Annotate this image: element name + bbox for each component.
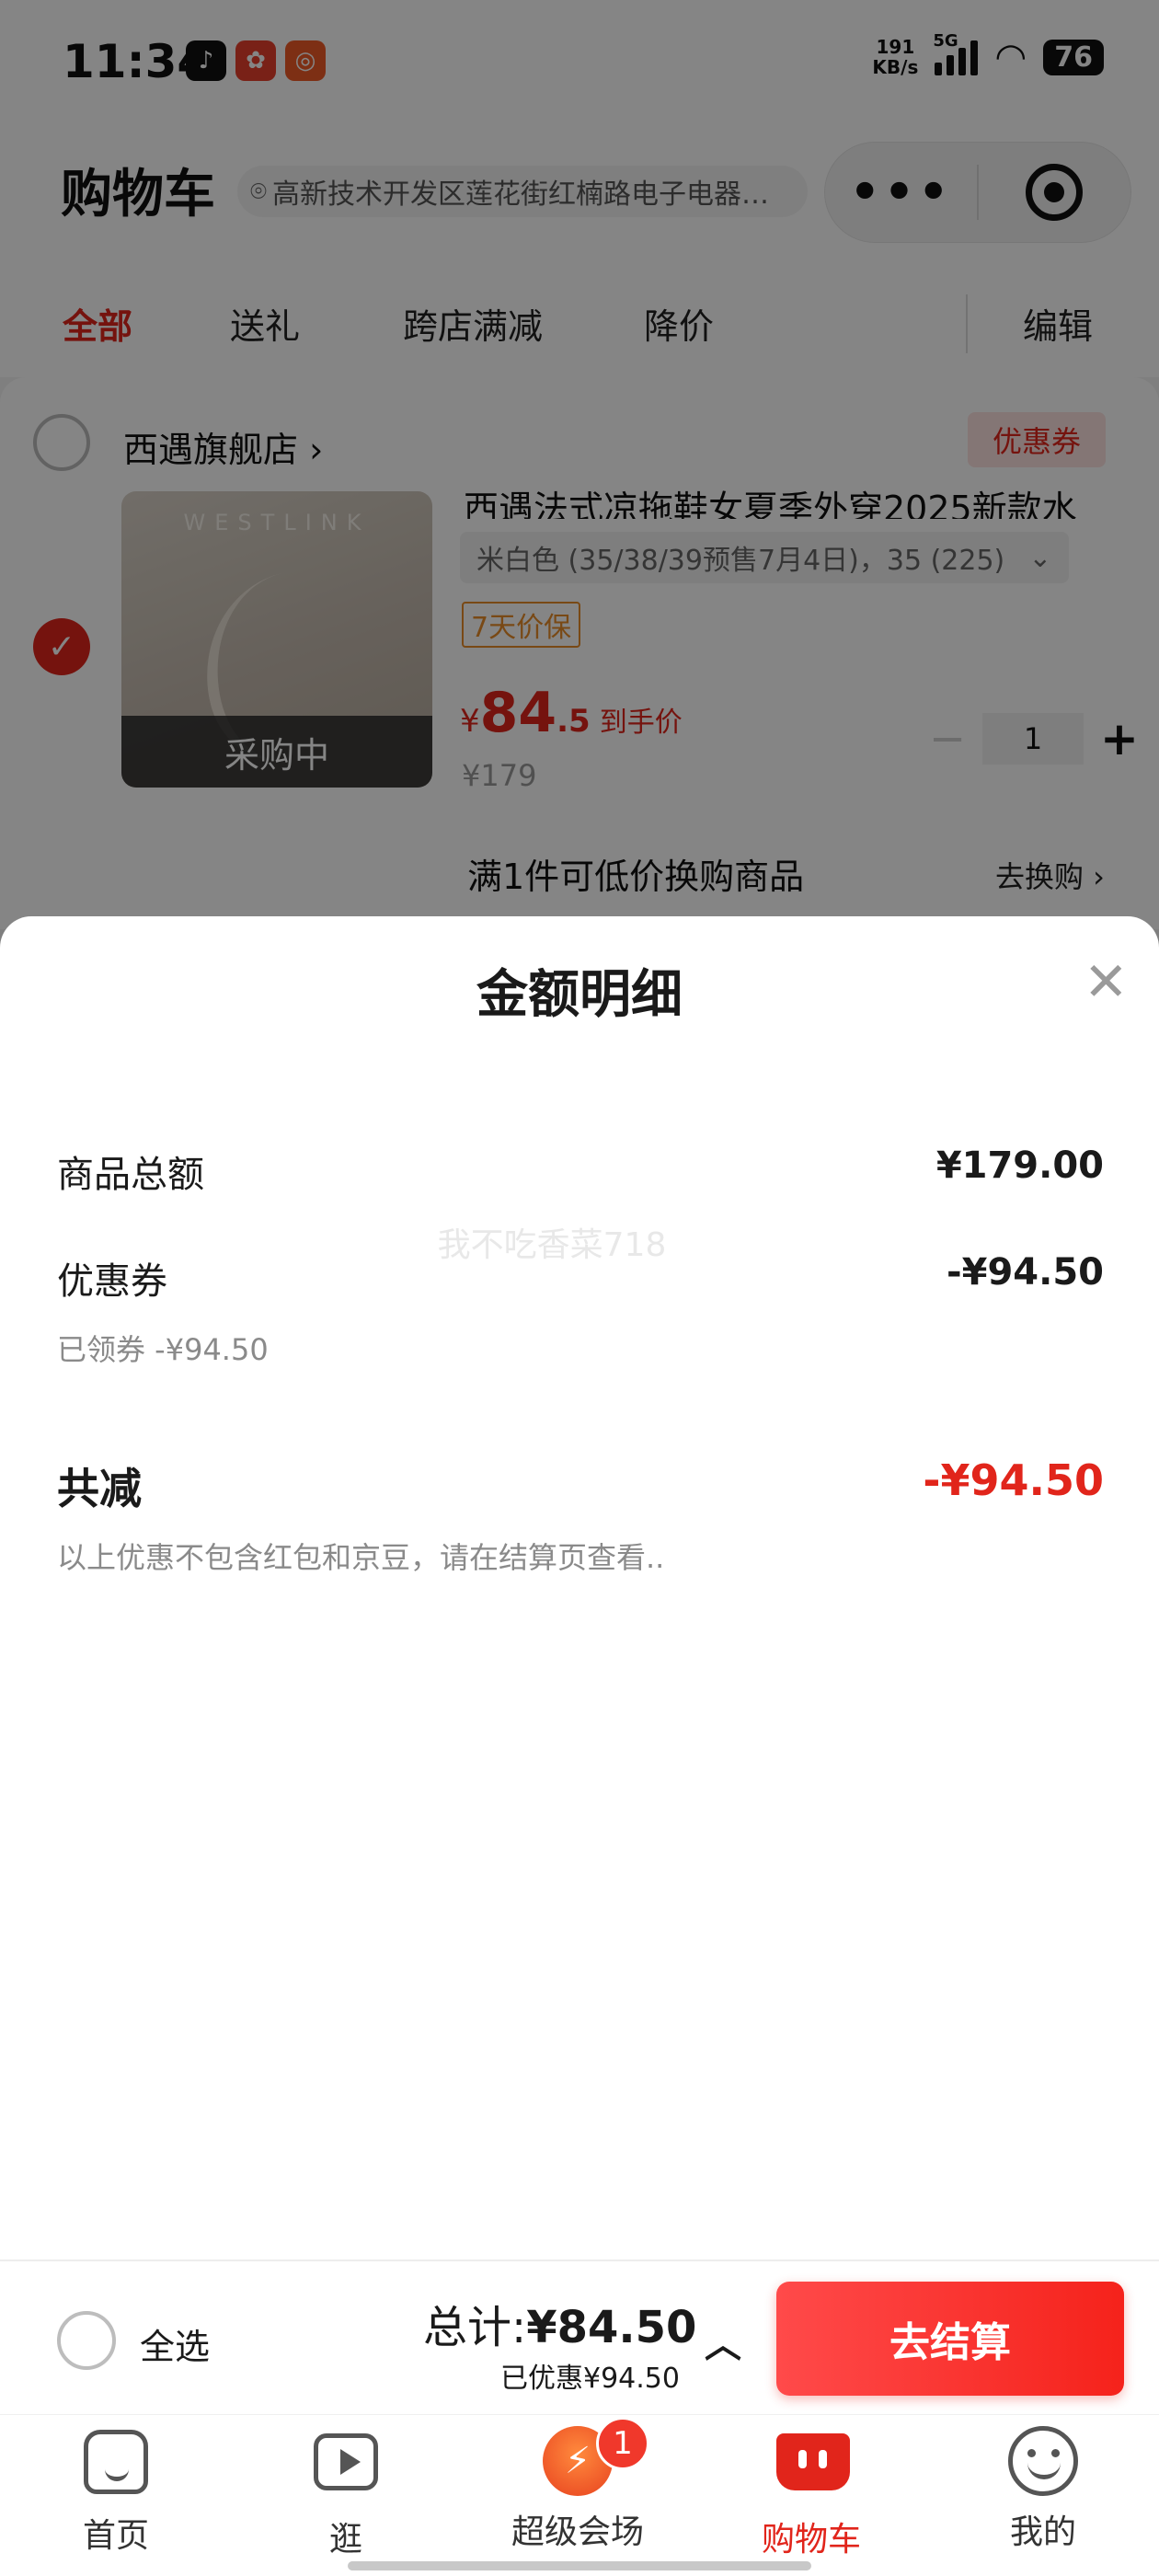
bottom-tab-bar: 首页 逛 ⚡ 1 超级会场 购物车 我的 [0, 2414, 1159, 2576]
cart-icon [776, 2433, 850, 2503]
total-amount: 总计:¥84.50 [423, 2291, 696, 2355]
select-all-label[interactable]: 全选 [140, 2318, 210, 2369]
saved-amount: 已优惠¥94.50 [500, 2363, 680, 2395]
select-all-checkbox[interactable] [57, 2311, 116, 2370]
notification-badge: 1 [596, 2417, 649, 2470]
close-icon[interactable]: ✕ [1084, 955, 1129, 1008]
sheet-title: 金额明细 [476, 965, 683, 1025]
nav-profile-label: 我的 [1009, 2513, 1076, 2551]
nav-browse[interactable]: 逛 [254, 2426, 438, 2560]
total-reduce-label: 共减 [57, 1464, 142, 1513]
nav-cart-label: 购物车 [761, 2521, 861, 2559]
home-icon [81, 2430, 151, 2500]
nav-profile[interactable]: 我的 [951, 2426, 1135, 2553]
flame-icon-wrap: ⚡ 1 [543, 2417, 649, 2496]
total-prefix: 总计: [423, 2302, 527, 2353]
chevron-up-icon[interactable]: ︿ [705, 2315, 741, 2368]
goods-total-label: 商品总额 [57, 1154, 204, 1196]
nav-browse-label: 逛 [328, 2521, 362, 2559]
goods-total-value: ¥179.00 [935, 1144, 1104, 1187]
discount-note: 以上优惠不包含红包和京豆，请在结算页查看.. [57, 1540, 665, 1575]
profile-icon [1008, 2426, 1078, 2496]
nav-home-label: 首页 [82, 2517, 149, 2555]
home-indicator [348, 2561, 811, 2570]
checkout-button[interactable]: 去结算 [776, 2282, 1124, 2396]
total-reduce-value: -¥94.50 [923, 1455, 1104, 1505]
coupon-value: -¥94.50 [947, 1251, 1104, 1294]
nav-super-venue[interactable]: ⚡ 1 超级会场 [486, 2417, 670, 2553]
nav-home[interactable]: 首页 [24, 2426, 208, 2557]
coupon-label: 优惠券 [57, 1260, 167, 1303]
checkout-bar: 全选 总计:¥84.50 已优惠¥94.50 ︿ 去结算 [0, 2260, 1159, 2414]
total-value: ¥84.50 [526, 2302, 697, 2353]
coupon-claimed-text: 已领券 -¥94.50 [57, 1332, 269, 1367]
nav-super-venue-label: 超级会场 [511, 2513, 644, 2551]
nav-cart[interactable]: 购物车 [719, 2426, 903, 2560]
video-icon [311, 2433, 381, 2503]
